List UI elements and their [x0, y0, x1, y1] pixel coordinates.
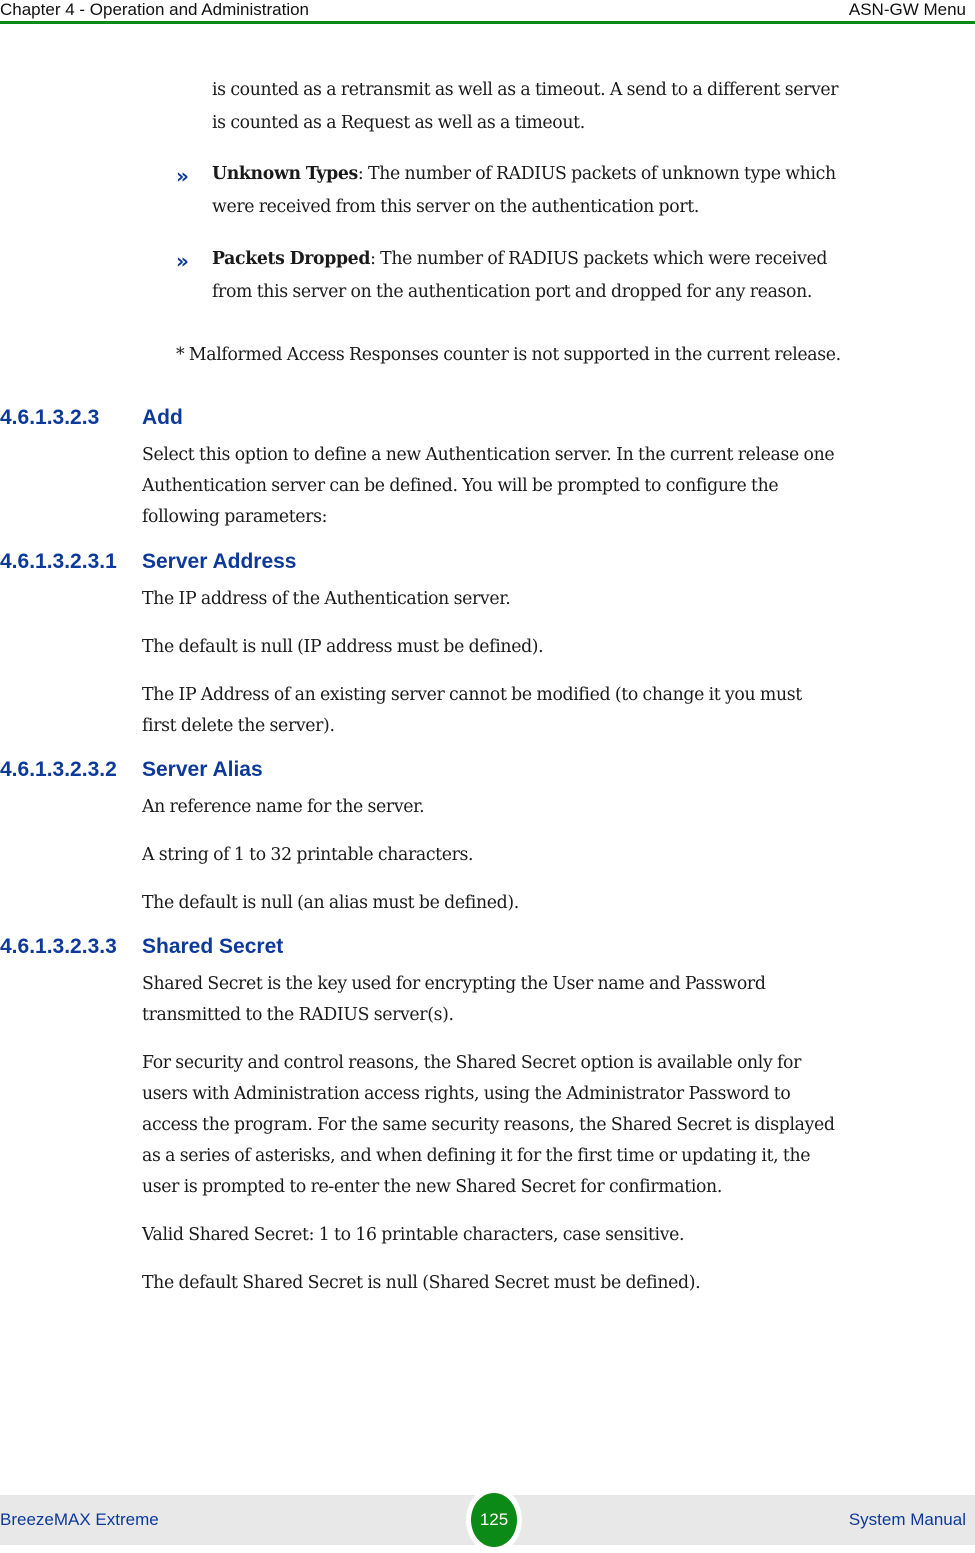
paragraph-line: users with Administration access rights,…	[142, 1084, 791, 1104]
paragraph: The default Shared Secret is null (Share…	[142, 1273, 701, 1293]
bullet-term: Packets Dropped	[212, 249, 371, 269]
paragraph-line: Authentication server can be defined. Yo…	[142, 476, 779, 496]
page-number-badge: 125	[471, 1493, 517, 1547]
section-number: 4.6.1.3.2.3.3	[0, 935, 117, 958]
intro-line: is counted as a retransmit as well as a …	[212, 80, 839, 100]
paragraph-line: The IP Address of an existing server can…	[142, 685, 802, 705]
paragraph: The IP address of the Authentication ser…	[142, 589, 511, 609]
intro-line: is counted as a Request as well as a tim…	[212, 113, 585, 133]
paragraph: A string of 1 to 32 printable characters…	[142, 845, 474, 865]
paragraph: The default is null (an alias must be de…	[142, 893, 519, 913]
bullet-term: Unknown Types	[212, 164, 358, 184]
document-type: System Manual	[848, 1510, 966, 1529]
paragraph-line: as a series of asterisks, and when defin…	[142, 1146, 811, 1166]
paragraph: An reference name for the server.	[142, 797, 425, 817]
paragraph: The default is null (IP address must be …	[142, 637, 544, 657]
section-title: Server Address	[142, 550, 297, 573]
page-footer: BreezeMAX Extreme 125 System Manual	[0, 1487, 975, 1553]
section-title: Shared Secret	[142, 935, 284, 958]
paragraph-line: transmitted to the RADIUS server(s).	[142, 1005, 454, 1025]
page-header: Chapter 4 - Operation and Administration…	[0, 0, 975, 22]
bullet-item: Unknown Types: The number of RADIUS pack…	[212, 158, 836, 191]
section-number: 4.6.1.3.2.3.1	[0, 550, 117, 573]
paragraph-line: user is prompted to re-enter the new Sha…	[142, 1177, 722, 1197]
bullet-item: Packets Dropped: The number of RADIUS pa…	[212, 243, 827, 276]
section-title: Server Alias	[142, 758, 263, 781]
bullet-text: : The number of RADIUS packets of unknow…	[357, 164, 836, 184]
section-title: ASN-GW Menu	[848, 0, 966, 19]
header-divider	[0, 21, 975, 24]
paragraph-line: first delete the server).	[142, 716, 335, 736]
paragraph-line: For security and control reasons, the Sh…	[142, 1053, 802, 1073]
footnote: * Malformed Access Responses counter is …	[176, 345, 841, 365]
section-number: 4.6.1.3.2.3.2	[0, 758, 117, 781]
bullet-chevron-icon: »	[176, 164, 189, 188]
paragraph-line: Select this option to define a new Authe…	[142, 445, 835, 465]
paragraph-line: access the program. For the same securit…	[142, 1115, 835, 1135]
bullet-text: were received from this server on the au…	[212, 197, 699, 217]
paragraph-line: Shared Secret is the key used for encryp…	[142, 974, 766, 994]
bullet-chevron-icon: »	[176, 249, 189, 273]
product-name: BreezeMAX Extreme	[0, 1510, 159, 1529]
section-title: Add	[142, 406, 183, 429]
paragraph: Valid Shared Secret: 1 to 16 printable c…	[142, 1225, 685, 1245]
bullet-text: : The number of RADIUS packets which wer…	[370, 249, 828, 269]
paragraph-line: following parameters:	[142, 507, 328, 527]
chapter-title: Chapter 4 - Operation and Administration	[0, 0, 310, 19]
bullet-text: from this server on the authentication p…	[212, 282, 813, 302]
section-number: 4.6.1.3.2.3	[0, 406, 100, 429]
